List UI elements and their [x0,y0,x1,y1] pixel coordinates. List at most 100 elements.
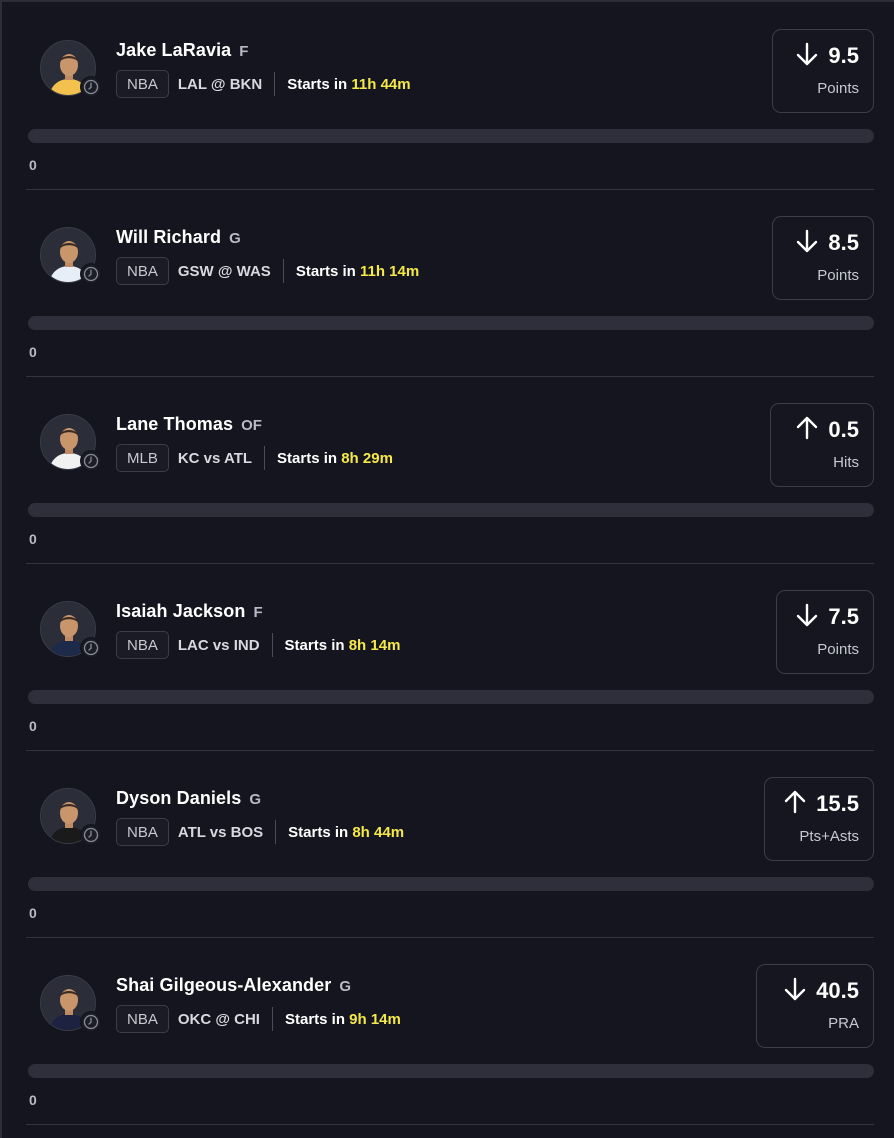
projections-list: Jake LaRavia F NBA LAL @ BKN Starts in 11h 4… [0,0,894,1138]
line-value: 15.5 [816,791,859,816]
meta-divider [282,259,284,283]
countdown-time: 8h 29m [341,449,393,467]
starts-prefix: Starts in [284,636,345,654]
league-badge: MLB [116,444,169,472]
progress-bar [28,503,874,517]
starts-prefix: Starts in [287,75,348,93]
line-value-row: 7.5 [791,601,859,633]
league-badge: NBA [116,1005,169,1033]
player-position: G [229,230,241,247]
projection-line-button[interactable]: 0.5 Hits [770,403,874,487]
clock-icon [80,263,102,285]
player-name[interactable]: Dyson Daniels [116,788,241,809]
matchup-text: GSW @ WAS [177,262,271,280]
player-name[interactable]: Jake LaRavia [116,40,231,61]
matchup-text: OKC @ CHI [177,1010,260,1028]
meta-divider [271,1007,273,1031]
starts-prefix: Starts in [295,262,356,280]
arrow-down-icon [796,602,818,633]
arrow-down-icon [784,976,806,1007]
clock-icon [80,450,102,472]
player-name[interactable]: Isaiah Jackson [116,601,245,622]
line-value: 40.5 [816,978,859,1003]
player-avatar [40,227,102,285]
matchup-text: ATL vs BOS [177,823,264,841]
player-avatar [40,40,102,98]
stat-type-label: Hits [833,454,859,471]
projection-card[interactable]: Isaiah Jackson F NBA LAC vs IND Starts in 8h… [26,563,874,750]
projection-line-button[interactable]: 9.5 Points [772,29,874,113]
progress-bar [28,690,874,704]
start-time-text: Starts in 8h 29m [277,450,393,467]
starts-prefix: Starts in [284,1010,345,1028]
stat-type-label: PRA [828,1015,859,1032]
stat-type-label: Points [817,641,859,658]
line-value-row: 9.5 [787,40,859,72]
countdown-time: 11h 14m [360,262,420,280]
starts-prefix: Starts in [277,449,338,467]
matchup-text: LAL @ BKN [177,75,263,93]
stat-type-label: Pts+Asts [799,828,859,845]
projection-line-button[interactable]: 8.5 Points [772,216,874,300]
league-badge: NBA [116,257,169,285]
league-badge: NBA [116,818,169,846]
progress-value: 0 [29,531,37,547]
progress-bar [28,1064,874,1078]
progress-value: 0 [29,1092,37,1108]
progress-value: 0 [29,344,37,360]
game-info-row: NBA ATL vs BOS Starts in 8h 44m [116,818,404,846]
projection-line-button[interactable]: 15.5 Pts+Asts [764,777,874,861]
player-position: G [249,791,262,808]
start-time-text: Starts in 9h 14m [285,1011,401,1028]
line-value: 7.5 [828,604,859,629]
projection-line-button[interactable]: 7.5 Points [776,590,874,674]
clock-icon [80,824,102,846]
player-position: OF [241,417,262,434]
game-info-row: NBA GSW @ WAS Starts in 11h 14m [116,257,419,285]
projection-card[interactable]: Lane Thomas OF MLB KC vs ATL Starts in 8h 29… [26,376,874,563]
arrow-up-icon [784,789,806,820]
projection-card[interactable]: Dyson Daniels G NBA ATL vs BOS Starts in 8h … [26,750,874,937]
game-info-row: NBA OKC @ CHI Starts in 9h 14m [116,1005,401,1033]
projection-card[interactable]: Will Richard G NBA GSW @ WAS Starts in 11h 1… [26,189,874,376]
progress-bar [28,129,874,143]
start-time-text: Starts in 11h 44m [287,76,410,93]
meta-divider [271,633,273,657]
player-name-row: Dyson Daniels G [116,788,261,809]
clock-icon [80,1011,102,1033]
line-value-row: 15.5 [779,788,859,820]
countdown-time: 8h 14m [348,636,401,654]
player-name[interactable]: Will Richard [116,227,221,248]
progress-bar [28,877,874,891]
projection-card[interactable]: Shai Gilgeous-Alexander G NBA OKC @ CHI Star… [26,937,874,1124]
league-badge: NBA [116,70,169,98]
matchup-text: LAC vs IND [177,636,260,654]
game-info-row: NBA LAL @ BKN Starts in 11h 44m [116,70,411,98]
player-avatar [40,788,102,846]
player-name-row: Isaiah Jackson F [116,601,263,622]
line-value: 8.5 [828,230,859,255]
player-name[interactable]: Shai Gilgeous-Alexander [116,975,331,996]
projection-line-button[interactable]: 40.5 PRA [756,964,874,1048]
game-info-row: MLB KC vs ATL Starts in 8h 29m [116,444,393,472]
player-name[interactable]: Lane Thomas [116,414,233,435]
player-name-row: Shai Gilgeous-Alexander G [116,975,351,996]
meta-divider [275,820,277,844]
progress-value: 0 [29,718,37,734]
starts-prefix: Starts in [288,823,349,841]
line-value-row: 40.5 [771,975,859,1007]
player-position: F [253,604,263,621]
projection-card[interactable]: Jake LaRavia F NBA LAL @ BKN Starts in 11h 4… [26,2,874,189]
start-time-text: Starts in 8h 44m [288,824,404,841]
player-avatar [40,975,102,1033]
stat-type-label: Points [817,267,859,284]
progress-value: 0 [29,157,37,173]
player-position: F [239,43,249,60]
clock-icon [80,76,102,98]
countdown-time: 9h 14m [349,1010,401,1028]
player-name-row: Lane Thomas OF [116,414,262,435]
line-value: 9.5 [828,43,859,68]
card-divider [26,1124,874,1125]
progress-value: 0 [29,905,37,921]
arrow-down-icon [796,228,818,259]
